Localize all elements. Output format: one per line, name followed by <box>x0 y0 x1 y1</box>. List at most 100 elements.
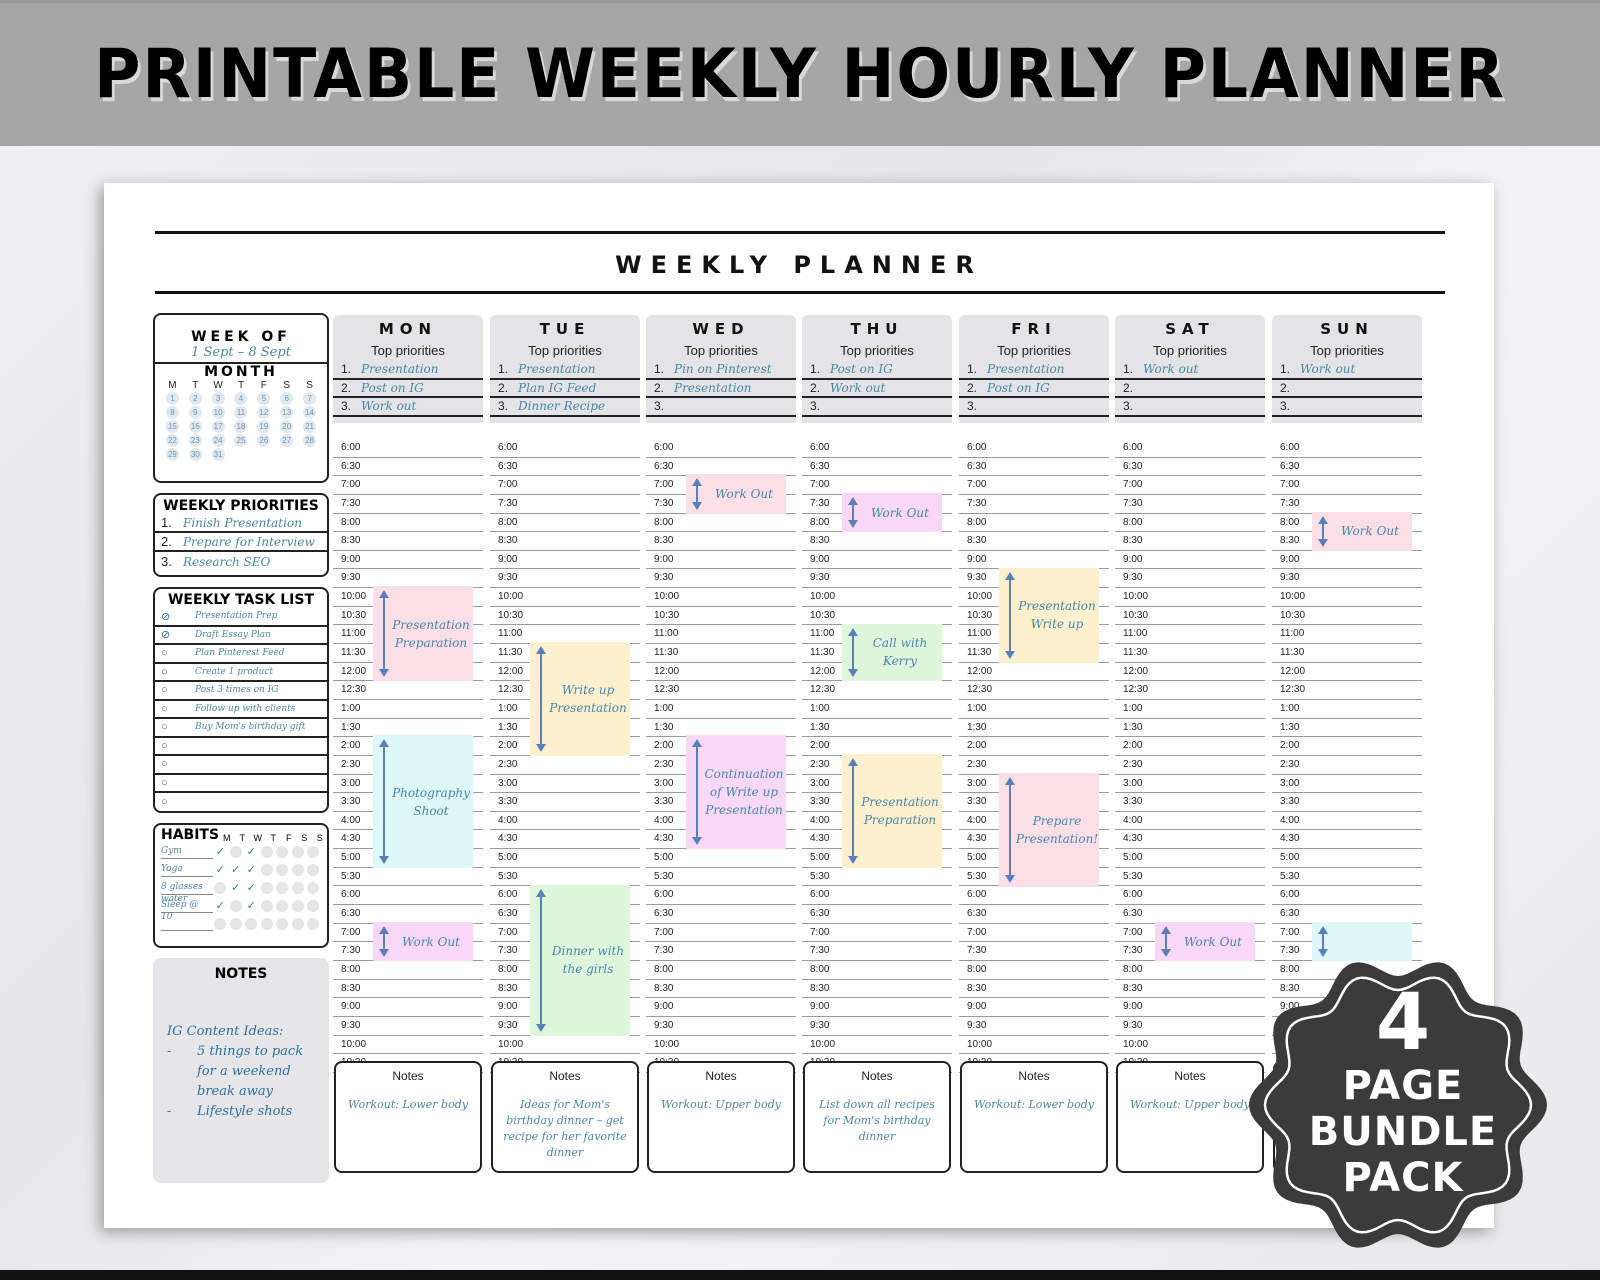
time-slot[interactable]: 8:30 <box>490 532 640 551</box>
time-slot[interactable]: 1:00 <box>646 700 796 719</box>
time-slot[interactable]: 8:00 <box>1115 514 1265 533</box>
time-slot[interactable]: 10:00 <box>490 588 640 607</box>
calendar-date[interactable]: 11 <box>230 406 253 419</box>
task-row[interactable]: ○ <box>155 756 327 775</box>
time-slot[interactable]: 1:30 <box>802 719 952 738</box>
day-notes-box[interactable]: Notes List down all recipes for Mom's bir… <box>803 1061 951 1173</box>
time-slot[interactable]: 7:30 <box>802 942 952 961</box>
day-notes-box[interactable]: Notes Ideas for Mom's birthday dinner – g… <box>491 1061 639 1173</box>
time-slot[interactable]: 6:00 <box>490 439 640 458</box>
habit-dot[interactable] <box>214 918 227 930</box>
day-priority-row[interactable]: 1. Presentation <box>959 361 1109 380</box>
time-slot[interactable]: 6:30 <box>959 905 1109 924</box>
time-slot[interactable]: 6:00 <box>1272 439 1422 458</box>
calendar-date[interactable]: 8 <box>161 406 184 419</box>
checked-checkbox-icon[interactable]: ⊘ <box>161 628 195 641</box>
time-slot[interactable]: 5:30 <box>646 868 796 887</box>
event-block[interactable]: Write up Presentation <box>530 642 630 757</box>
time-slot[interactable]: 9:30 <box>1115 1017 1265 1036</box>
calendar-date[interactable]: 29 <box>161 448 184 461</box>
checkbox-icon[interactable]: ○ <box>161 703 195 715</box>
habit-dot[interactable] <box>307 846 320 858</box>
time-slot[interactable]: 1:30 <box>959 719 1109 738</box>
time-slot[interactable]: 9:00 <box>802 998 952 1017</box>
event-block[interactable]: Prepare Presentation! <box>999 772 1099 887</box>
task-row[interactable]: ○ Buy Mom's birthday gift <box>155 719 327 738</box>
time-slot[interactable]: 11:30 <box>646 644 796 663</box>
day-priority-row[interactable]: 3. <box>802 398 952 417</box>
habit-dot[interactable] <box>307 918 320 930</box>
calendar-date[interactable]: 19 <box>252 420 275 433</box>
day-priority-row[interactable]: 2. Post on IG <box>333 380 483 398</box>
time-slot[interactable]: 9:00 <box>646 551 796 570</box>
time-slot[interactable]: 7:30 <box>1115 495 1265 514</box>
time-slot[interactable]: 7:30 <box>959 942 1109 961</box>
calendar-date[interactable]: 4 <box>230 392 253 405</box>
habit-check-icon[interactable]: ✓ <box>245 900 257 912</box>
calendar-date[interactable]: 18 <box>230 420 253 433</box>
calendar-date[interactable]: 6 <box>275 392 298 405</box>
time-slot[interactable]: 12:00 <box>959 663 1109 682</box>
time-slot[interactable]: 8:30 <box>646 532 796 551</box>
task-row[interactable]: ⊘ Draft Essay Plan <box>155 627 327 645</box>
day-priority-row[interactable]: 3. <box>1115 398 1265 417</box>
time-slot[interactable]: 12:30 <box>646 681 796 700</box>
time-slot[interactable]: 6:00 <box>1272 886 1422 906</box>
day-priority-row[interactable]: 3. <box>1272 398 1422 417</box>
time-slot[interactable]: 8:00 <box>646 514 796 533</box>
time-slot[interactable]: 5:30 <box>1272 868 1422 887</box>
time-slot[interactable]: 12:30 <box>802 681 952 700</box>
time-slot[interactable]: 4:30 <box>1272 830 1422 850</box>
calendar-date[interactable]: 10 <box>207 406 230 419</box>
time-slot[interactable]: 8:30 <box>802 532 952 551</box>
time-slot[interactable]: 8:30 <box>333 532 483 551</box>
time-slot[interactable]: 8:00 <box>333 514 483 533</box>
time-slot[interactable]: 2:30 <box>490 756 640 775</box>
day-priority-row[interactable]: 1. Work out <box>1115 361 1265 380</box>
task-row[interactable]: ○ Plan Pinterest Feed <box>155 645 327 664</box>
time-slot[interactable]: 1:30 <box>1272 719 1422 738</box>
habit-dot[interactable] <box>276 882 289 894</box>
day-priority-row[interactable]: 2. Work out <box>802 380 952 398</box>
weekly-priority-row[interactable]: 3. Research SEO <box>155 552 327 571</box>
time-slot[interactable]: 9:00 <box>490 551 640 570</box>
checkbox-icon[interactable]: ○ <box>161 647 195 659</box>
time-slot[interactable]: 10:00 <box>802 588 952 607</box>
habit-dot[interactable] <box>214 882 227 894</box>
calendar-date[interactable]: 31 <box>207 448 230 461</box>
day-priority-row[interactable]: 2. <box>1272 380 1422 398</box>
notes-list-item[interactable]: - Lifestyle shots <box>167 1102 329 1122</box>
time-slot[interactable]: 11:30 <box>1272 644 1422 663</box>
time-slot[interactable]: 6:30 <box>333 458 483 477</box>
habit-dot[interactable] <box>307 882 320 894</box>
time-slot[interactable]: 4:00 <box>1115 812 1265 831</box>
time-slot[interactable]: 5:30 <box>802 868 952 887</box>
time-slot[interactable]: 11:30 <box>1115 644 1265 663</box>
time-slot[interactable]: 7:30 <box>490 495 640 514</box>
time-slot[interactable]: 3:00 <box>1115 775 1265 794</box>
time-slot[interactable]: 9:00 <box>646 998 796 1017</box>
time-slot[interactable]: 7:00 <box>959 476 1109 495</box>
habit-name[interactable] <box>161 917 213 931</box>
event-block[interactable]: Work Out <box>686 474 786 514</box>
day-notes-box[interactable]: Notes Workout: Upper body <box>647 1061 795 1173</box>
time-slot[interactable]: 6:30 <box>802 458 952 477</box>
time-slot[interactable]: 7:30 <box>646 942 796 961</box>
habit-dot[interactable] <box>260 900 273 912</box>
time-slot[interactable]: 11:00 <box>1115 625 1265 645</box>
habit-check-icon[interactable]: ✓ <box>245 846 257 858</box>
time-slot[interactable]: 6:30 <box>1115 905 1265 924</box>
time-slot[interactable]: 10:00 <box>1272 588 1422 607</box>
calendar-date[interactable]: 1 <box>161 392 184 405</box>
time-slot[interactable]: 7:30 <box>959 495 1109 514</box>
time-slot[interactable]: 6:30 <box>490 458 640 477</box>
time-slot[interactable]: 8:30 <box>333 980 483 999</box>
day-priority-row[interactable]: 3. Dinner Recipe <box>490 398 640 417</box>
time-slot[interactable]: 6:00 <box>802 886 952 906</box>
habit-dot[interactable] <box>260 864 273 876</box>
time-slot[interactable]: 10:00 <box>646 1036 796 1055</box>
time-slot[interactable]: 7:00 <box>802 924 952 943</box>
calendar-date[interactable]: 24 <box>207 434 230 447</box>
task-row[interactable]: ○ <box>155 793 327 811</box>
time-slot[interactable]: 6:00 <box>333 886 483 906</box>
